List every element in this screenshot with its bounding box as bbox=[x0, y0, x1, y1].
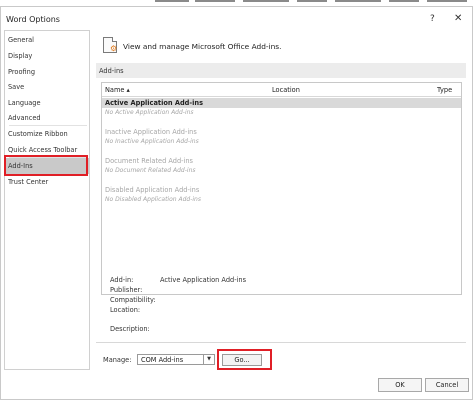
add-ins-highlight bbox=[4, 155, 88, 176]
add-ins-panel: ⚙ View and manage Microsoft Office Add-i… bbox=[96, 30, 468, 370]
title-bar: Word Options ? ✕ bbox=[0, 6, 473, 30]
sidebar-item-customize-ribbon[interactable]: Customize Ribbon bbox=[8, 130, 68, 138]
group-empty-text: No Active Application Add-ins bbox=[105, 109, 194, 116]
strip-mark bbox=[195, 0, 235, 2]
go-button-highlight bbox=[217, 349, 272, 370]
addin-value: Active Application Add-ins bbox=[160, 276, 247, 284]
close-icon[interactable]: ✕ bbox=[454, 13, 462, 24]
group-inactive-application-add-ins: Inactive Application Add-ins bbox=[105, 128, 197, 136]
add-ins-table[interactable]: Name ▴ Location Type Active Application … bbox=[101, 82, 462, 295]
column-header-name[interactable]: Name ▴ bbox=[105, 86, 130, 94]
sidebar-item-advanced[interactable]: Advanced bbox=[8, 114, 41, 122]
page-fold bbox=[112, 37, 117, 42]
location-label: Location: bbox=[110, 306, 141, 314]
manage-label: Manage: bbox=[103, 356, 132, 364]
strip-mark bbox=[243, 0, 289, 2]
header-divider bbox=[102, 96, 461, 97]
strip-mark bbox=[155, 0, 189, 2]
sidebar-item-language[interactable]: Language bbox=[8, 99, 41, 107]
manage-divider bbox=[96, 342, 466, 343]
sidebar-item-display[interactable]: Display bbox=[8, 52, 32, 60]
group-disabled-application-add-ins: Disabled Application Add-ins bbox=[105, 186, 200, 194]
window-title: Word Options bbox=[6, 15, 60, 24]
sidebar-divider bbox=[9, 125, 87, 126]
description-label: Description: bbox=[110, 325, 150, 333]
group-empty-text: No Document Related Add-ins bbox=[105, 167, 196, 174]
page-heading: View and manage Microsoft Office Add-ins… bbox=[123, 42, 282, 51]
sidebar-item-trust-center[interactable]: Trust Center bbox=[8, 178, 48, 186]
sidebar: General Display Proofing Save Language A… bbox=[4, 30, 90, 370]
chevron-down-icon[interactable]: ▼ bbox=[203, 355, 214, 364]
strip-mark bbox=[389, 0, 419, 2]
ok-button[interactable]: OK bbox=[378, 378, 422, 392]
add-ins-icon: ⚙ bbox=[103, 37, 117, 53]
compatibility-label: Compatibility: bbox=[110, 296, 156, 304]
column-header-type[interactable]: Type bbox=[437, 86, 452, 94]
manage-dropdown[interactable]: COM Add-ins ▼ bbox=[137, 354, 215, 365]
strip-mark bbox=[297, 0, 327, 2]
sidebar-item-proofing[interactable]: Proofing bbox=[8, 68, 35, 76]
cancel-button[interactable]: Cancel bbox=[425, 378, 469, 392]
gear-icon: ⚙ bbox=[110, 44, 118, 53]
help-icon[interactable]: ? bbox=[430, 14, 435, 24]
sidebar-item-general[interactable]: General bbox=[8, 36, 34, 44]
group-empty-text: No Disabled Application Add-ins bbox=[105, 196, 201, 203]
column-header-location[interactable]: Location bbox=[272, 86, 300, 94]
strip-mark bbox=[427, 0, 467, 2]
addin-label: Add-in: bbox=[110, 276, 134, 284]
strip-mark bbox=[335, 0, 381, 2]
group-active-application-add-ins[interactable]: Active Application Add-ins bbox=[102, 98, 461, 108]
manage-selected-value: COM Add-ins bbox=[141, 356, 184, 364]
sidebar-item-quick-access-toolbar[interactable]: Quick Access Toolbar bbox=[8, 146, 77, 154]
group-document-related-add-ins: Document Related Add-ins bbox=[105, 157, 193, 165]
section-title: Add-ins bbox=[99, 67, 124, 75]
section-header: Add-ins bbox=[96, 63, 466, 78]
group-empty-text: No Inactive Application Add-ins bbox=[105, 138, 199, 145]
sidebar-item-save[interactable]: Save bbox=[8, 83, 24, 91]
publisher-label: Publisher: bbox=[110, 286, 143, 294]
